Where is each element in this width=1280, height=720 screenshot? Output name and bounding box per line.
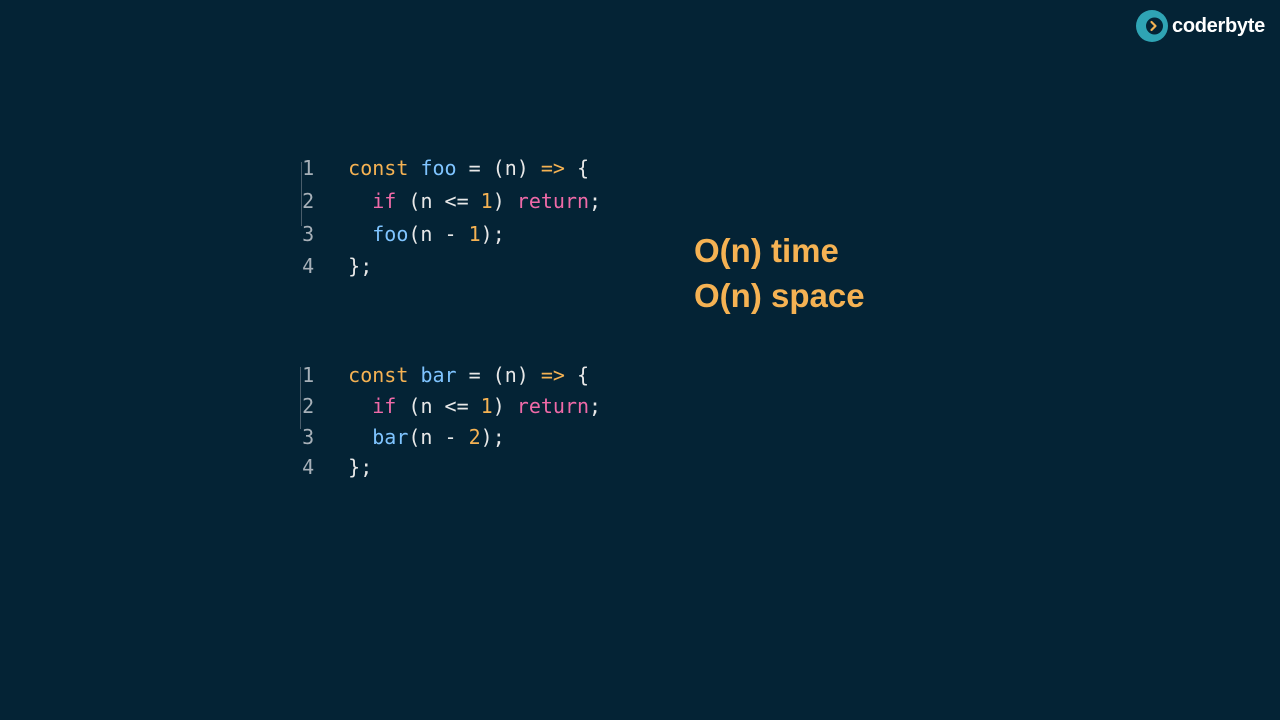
number-literal: 1 (468, 222, 481, 246)
code-line: 2 if (n <= 1) return; (254, 165, 601, 213)
coderbyte-logo: coderbyte (1135, 9, 1265, 43)
keyword-return: return (516, 189, 590, 213)
keyword-return: return (516, 394, 590, 418)
space-complexity: O(n) space (694, 277, 865, 314)
code-line: 1 const bar = (n) => { (254, 339, 589, 387)
code-line: 3 foo(n - 1); (254, 198, 505, 246)
function-call: bar (372, 425, 409, 449)
code-text: (n - (408, 425, 469, 449)
code-text: ); (480, 222, 505, 246)
function-call: foo (372, 222, 409, 246)
code-text: }; (348, 254, 373, 278)
line-number: 4 (302, 254, 315, 278)
code-text: }; (348, 455, 373, 479)
code-text: ; (589, 189, 602, 213)
code-text: (n - (408, 222, 469, 246)
number-literal: 2 (468, 425, 481, 449)
code-text: ; (589, 394, 602, 418)
complexity-annotation: O(n) time O(n) space (694, 228, 865, 318)
time-complexity: O(n) time (694, 232, 839, 269)
code-text: ); (480, 425, 505, 449)
code-line: 1 const foo = (n) => { (254, 132, 589, 180)
coderbyte-logo-icon (1136, 10, 1168, 42)
line-number: 4 (302, 455, 315, 479)
brand-name: coderbyte (1172, 14, 1265, 37)
code-line: 3 bar(n - 2); (254, 401, 505, 449)
code-line: 4}; (254, 230, 372, 278)
code-line: 4}; (254, 431, 372, 479)
code-line: 2 if (n <= 1) return; (254, 370, 601, 418)
